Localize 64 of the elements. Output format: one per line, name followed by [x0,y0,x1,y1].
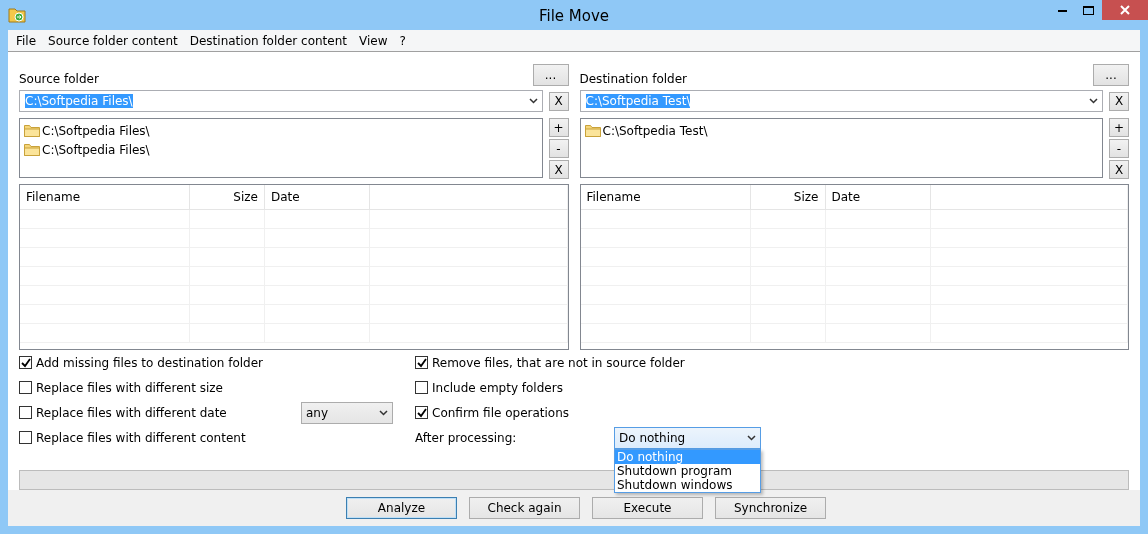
menu-item[interactable]: ? [393,33,412,48]
checkbox[interactable] [19,381,32,394]
after-processing-label: After processing: [415,430,518,445]
action-button[interactable]: Execute [592,497,703,519]
column-header[interactable]: Date [265,185,370,209]
checkbox-option[interactable]: Add missing files to destination folder [19,350,301,375]
list-button[interactable]: + [1109,118,1129,137]
menu-item[interactable]: View [353,33,394,48]
clear-button[interactable]: X [548,91,569,111]
after-processing-dropdown[interactable]: Do nothing [614,426,761,449]
checkbox[interactable] [415,406,428,419]
browse-button[interactable]: ... [532,64,569,86]
column-header[interactable]: Size [190,185,265,209]
action-button[interactable]: Analyze [346,497,457,519]
checkbox[interactable] [19,431,32,444]
panel-label: Destination folder [579,72,687,86]
checkbox-option[interactable]: Include empty folders [415,375,761,400]
list-button[interactable]: + [548,118,569,137]
chevron-down-icon [1089,98,1098,104]
chevron-down-icon [747,434,756,441]
browse-button[interactable]: ... [1093,64,1129,86]
folder-item[interactable]: C:\Softpedia Files\ [42,123,150,138]
checkbox-option[interactable]: Replace files with different date [19,400,301,425]
column-header[interactable]: Size [750,185,826,209]
column-header[interactable]: Filename [20,185,190,209]
checkbox[interactable] [19,406,32,419]
action-button[interactable]: Synchronize [715,497,826,519]
folder-item[interactable]: C:\Softpedia Test\ [602,123,708,138]
close-icon [1120,5,1130,15]
app-icon [8,7,26,23]
minimize-icon [1057,8,1067,12]
column-header[interactable]: Date [825,185,931,209]
chevron-down-icon [379,409,388,416]
folder-list[interactable]: C:\Softpedia Test\ [579,118,1103,178]
folder-item[interactable]: C:\Softpedia Files\ [42,142,150,157]
menu-item[interactable]: Source folder content [42,33,184,48]
menu-item[interactable]: File [10,33,43,48]
list-button[interactable]: - [1109,139,1129,158]
selected-path: C:\Softpedia Files\ [25,94,133,108]
window-title: File Move [538,7,610,25]
folder-list[interactable]: C:\Softpedia Files\ C:\Softpedia Files\ [19,118,543,178]
chevron-down-icon [528,98,538,104]
checkbox[interactable] [19,356,32,369]
column-header[interactable]: Filename [580,185,751,209]
maximize-icon [1083,5,1094,15]
list-button[interactable]: X [1109,160,1129,179]
checkbox-option[interactable]: Remove files, that are not in source folder [415,350,761,375]
list-button[interactable]: - [548,139,569,158]
checkbox-option[interactable]: Replace files with different content [19,425,301,450]
list-button[interactable]: X [548,160,569,179]
folder-icon [24,143,40,156]
menu-item[interactable]: Destination folder content [183,33,353,48]
folder-icon [584,124,601,137]
checkbox-option[interactable]: Replace files with different size [19,375,301,400]
checkbox[interactable] [415,356,428,369]
selected-path: C:\Softpedia Test\ [585,94,691,108]
clear-button[interactable]: X [1109,91,1129,111]
close-button[interactable] [1102,0,1148,20]
action-button[interactable]: Check again [469,497,580,519]
checkbox-option[interactable]: Confirm file operations [415,400,761,425]
checkbox[interactable] [415,381,428,394]
date-dropdown[interactable]: any [301,401,393,424]
panel-label: Source folder [19,72,99,86]
folder-icon [24,124,40,137]
